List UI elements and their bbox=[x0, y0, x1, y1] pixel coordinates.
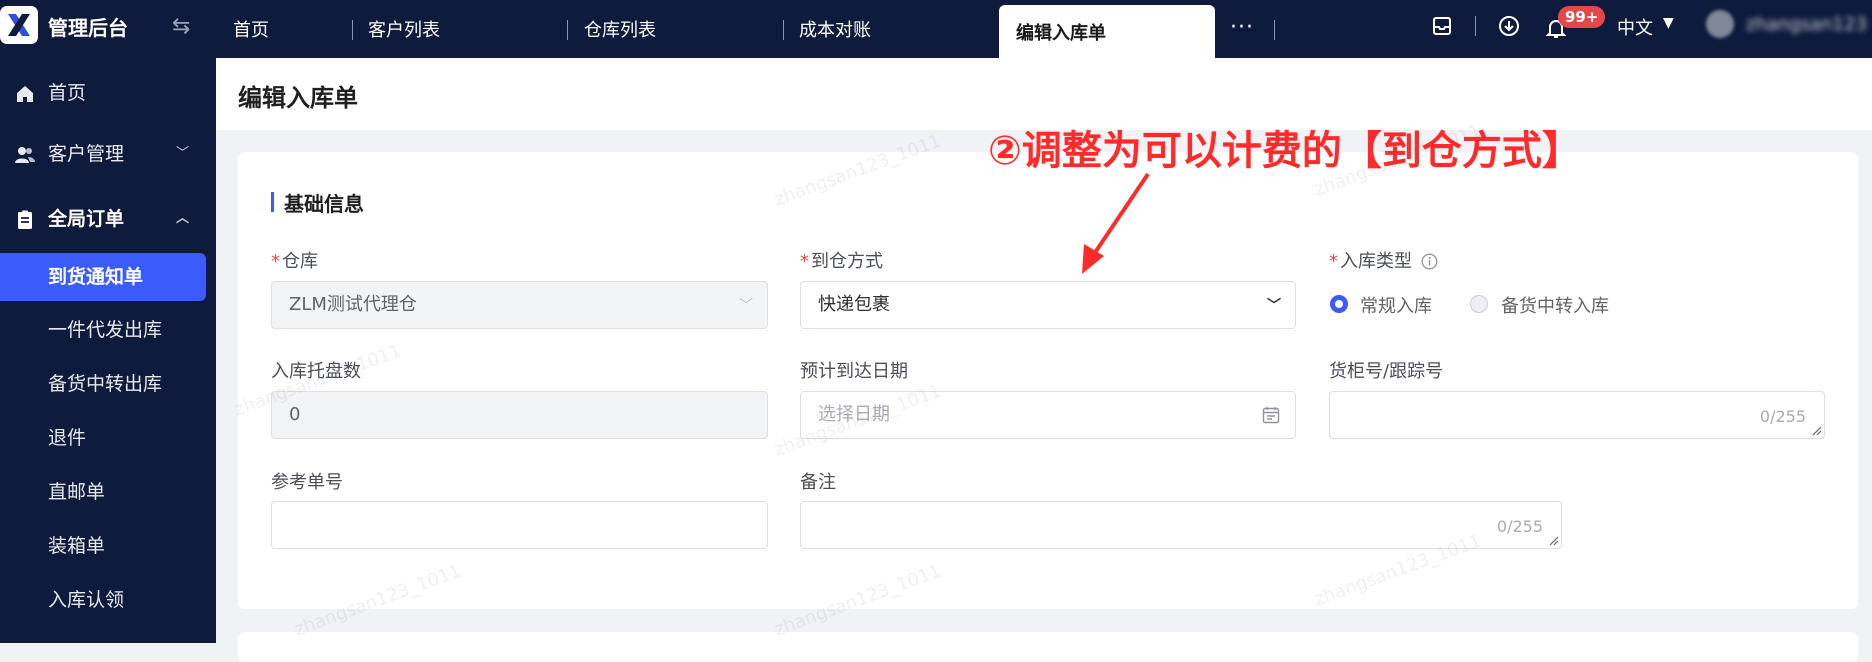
chevron-up-icon: ︿ bbox=[176, 211, 190, 226]
warehouse-select[interactable]: ZLM测试代理仓 ﹀ bbox=[271, 281, 768, 329]
sidebar-item-dropship-outbound[interactable]: 一件代发出库 bbox=[0, 306, 216, 354]
tab-edit-inbound[interactable]: 编辑入库单 bbox=[999, 5, 1215, 58]
chevron-down-icon: ﹀ bbox=[176, 146, 190, 161]
warehouse-label: * 仓库 bbox=[271, 247, 318, 273]
container-no-label: 货柜号/跟踪号 bbox=[1329, 361, 1444, 382]
tab-divider bbox=[352, 20, 353, 40]
inbox-icon[interactable] bbox=[1430, 14, 1454, 38]
sidebar-item-label: 客户管理 bbox=[48, 143, 125, 165]
sidebar-item-label: 全局订单 bbox=[48, 208, 125, 230]
app-name: 管理后台 bbox=[48, 16, 128, 40]
pallet-count-label: 入库托盘数 bbox=[271, 361, 361, 382]
remark-textarea[interactable]: 0/255 bbox=[800, 501, 1562, 549]
app-logo[interactable] bbox=[0, 6, 38, 44]
tab-customer-list[interactable]: 客户列表 bbox=[368, 0, 440, 58]
tab-divider bbox=[567, 20, 568, 40]
sidebar-item-global-orders[interactable]: 全局订单 ︿ bbox=[0, 195, 216, 243]
warehouse-value: ZLM测试代理仓 bbox=[289, 294, 417, 315]
top-navbar: 管理后台 ⇆ 首页 客户列表 仓库列表 成本对账 编辑入库单 ··· 99+ 中… bbox=[0, 0, 1872, 58]
radio-label-regular[interactable]: 常规入库 bbox=[1360, 292, 1432, 318]
char-counter: 0/255 bbox=[1759, 407, 1806, 426]
download-icon[interactable] bbox=[1497, 14, 1521, 38]
required-mark: * bbox=[1329, 251, 1338, 272]
field-label-text: 到仓方式 bbox=[811, 251, 883, 272]
radio-transfer-inbound[interactable] bbox=[1470, 295, 1488, 313]
arrival-method-select[interactable]: 快递包裹 ﹀ bbox=[800, 281, 1296, 329]
radio-regular-inbound[interactable] bbox=[1330, 295, 1348, 313]
char-counter: 0/255 bbox=[1496, 517, 1543, 536]
sidebar-toggle-icon[interactable]: ⇆ bbox=[172, 14, 190, 39]
home-icon bbox=[17, 86, 33, 102]
info-icon[interactable] bbox=[1421, 253, 1438, 270]
tab-warehouse-list[interactable]: 仓库列表 bbox=[584, 0, 656, 58]
tab-home[interactable]: 首页 bbox=[233, 0, 269, 58]
page-title: 编辑入库单 bbox=[238, 84, 358, 112]
sidebar-item-customer-management[interactable]: 客户管理 ﹀ bbox=[0, 130, 216, 178]
tab-divider bbox=[783, 20, 784, 40]
pallet-count-input[interactable]: 0 bbox=[271, 391, 768, 439]
remark-label: 备注 bbox=[800, 472, 836, 493]
sidebar-item-inbound-claim[interactable]: 入库认领 bbox=[0, 576, 216, 624]
language-selector[interactable]: 中文 bbox=[1617, 14, 1653, 40]
chevron-down-icon: ﹀ bbox=[739, 298, 753, 314]
caret-down-icon[interactable]: ▼ bbox=[1663, 15, 1674, 31]
basic-info-card: 基础信息 * 仓库 ZLM测试代理仓 ﹀ * 到仓方式 快递包裹 ﹀ * 入库类型 常… bbox=[238, 152, 1858, 609]
radio-label-transfer[interactable]: 备货中转入库 bbox=[1501, 292, 1609, 318]
reference-no-input[interactable] bbox=[271, 501, 768, 549]
expected-date-picker[interactable]: 选择日期 bbox=[800, 391, 1296, 439]
field-label-text: 仓库 bbox=[282, 251, 318, 272]
sidebar-item-returns[interactable]: 退件 bbox=[0, 414, 216, 462]
section-title: 基础信息 bbox=[284, 192, 364, 216]
sidebar-item-packing-list[interactable]: 装箱单 bbox=[0, 522, 216, 570]
resize-handle-icon[interactable] bbox=[1549, 536, 1559, 546]
chevron-down-icon: ﹀ bbox=[1267, 298, 1281, 314]
tab-cost-reconciliation[interactable]: 成本对账 bbox=[799, 0, 871, 58]
logo-x-icon bbox=[8, 14, 30, 36]
next-section-card bbox=[238, 632, 1858, 662]
resize-handle-icon[interactable] bbox=[1812, 426, 1822, 436]
calendar-icon bbox=[1262, 407, 1280, 424]
more-tabs-button[interactable]: ··· bbox=[1230, 0, 1254, 58]
reference-no-label: 参考单号 bbox=[271, 472, 343, 493]
sidebar-item-transfer-outbound[interactable]: 备货中转出库 bbox=[0, 360, 216, 408]
tab-divider bbox=[1274, 20, 1275, 40]
section-accent-bar bbox=[271, 192, 274, 212]
expected-date-label: 预计到达日期 bbox=[800, 361, 908, 382]
sidebar-item-direct-mail[interactable]: 直邮单 bbox=[0, 468, 216, 516]
sidebar-item-arrival-notice[interactable]: 到货通知单 bbox=[0, 253, 206, 301]
inbound-type-label: * 入库类型 bbox=[1329, 247, 1438, 273]
required-mark: * bbox=[271, 251, 280, 272]
required-mark: * bbox=[800, 251, 809, 272]
sidebar: 首页 客户管理 ﹀ 全局订单 ︿ 到货通知单 一件代发出库 备货中转出库 退件 … bbox=[0, 58, 216, 643]
annotation-arrow-icon bbox=[1082, 172, 1150, 274]
sidebar-item-label: 首页 bbox=[48, 82, 87, 104]
container-no-textarea[interactable]: 0/255 bbox=[1329, 391, 1825, 439]
arrival-method-value: 快递包裹 bbox=[818, 294, 890, 315]
pallet-count-value: 0 bbox=[289, 404, 301, 425]
username[interactable]: zhangsan123 bbox=[1746, 14, 1867, 35]
notification-badge: 99+ bbox=[1558, 6, 1606, 28]
toolbar-divider bbox=[1475, 16, 1476, 36]
arrival-method-label: * 到仓方式 bbox=[800, 247, 883, 273]
date-placeholder: 选择日期 bbox=[818, 404, 890, 425]
annotation-callout: ②调整为可以计费的【到仓方式】 bbox=[988, 128, 1582, 174]
field-label-text: 入库类型 bbox=[1340, 251, 1412, 272]
avatar[interactable] bbox=[1706, 10, 1734, 38]
user-group-icon bbox=[15, 147, 35, 163]
sidebar-item-home[interactable]: 首页 bbox=[0, 69, 216, 117]
clipboard-icon bbox=[18, 210, 32, 229]
